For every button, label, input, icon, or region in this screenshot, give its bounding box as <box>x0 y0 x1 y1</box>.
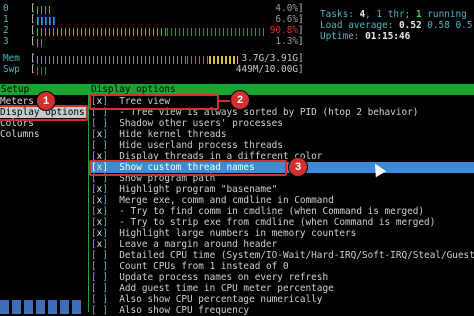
option-row[interactable]: [x] Leave a margin around header <box>91 239 474 250</box>
option-row[interactable]: [x] Highlight program "basename" <box>91 184 474 195</box>
load-1min: 0.52 <box>399 20 422 31</box>
option-label: Highlight program "basename" <box>107 184 278 195</box>
meter-label: Swp <box>3 64 20 75</box>
option-row[interactable]: [x] Hide kernel threads <box>91 129 474 140</box>
meter-value: 1.3% <box>275 36 298 47</box>
option-label: Hide userland process threads <box>107 140 283 151</box>
option-row[interactable]: [x] - Try to strip exe from cmdline (whe… <box>91 217 474 228</box>
annotation-box-3 <box>89 160 287 176</box>
meter-bar-buffers <box>187 56 209 64</box>
option-row[interactable]: [ ] Detailed CPU time (System/IO-Wait/Ha… <box>91 250 474 261</box>
option-row[interactable]: [ ] Also show CPU percentage numerically <box>91 294 474 305</box>
annotation-badge-2: 2 <box>231 91 249 109</box>
meter-bar-used <box>37 56 187 64</box>
load-line: Load average: 0.52 0.58 0.5 <box>320 20 472 31</box>
option-label: Add guest time in CPU meter percentage <box>107 283 334 294</box>
meter-bracket-close: ] <box>298 36 304 47</box>
load-label: Load average: <box>320 20 400 31</box>
meter-bracket-open: [ <box>30 64 36 75</box>
meter-bar <box>37 67 47 75</box>
meter-bar <box>37 39 42 47</box>
annotation-badge-1: 1 <box>37 92 55 110</box>
meter-bracket-open: [ <box>30 53 36 64</box>
option-row[interactable]: [x] Highlight large numbers in memory co… <box>91 228 474 239</box>
option-row[interactable]: [ ] Add guest time in CPU meter percenta… <box>91 283 474 294</box>
meter-bracket-close: ] <box>298 64 304 75</box>
meter-bar <box>37 17 57 25</box>
meter-bar <box>37 6 51 14</box>
option-label: Highlight large numbers in memory counte… <box>107 228 357 239</box>
setup-header-title: Setup <box>1 84 30 95</box>
tasks-label: Tasks: <box>320 9 360 20</box>
meter-bracket-open: [ <box>30 3 36 14</box>
option-label: Also show CPU frequency <box>107 305 250 316</box>
panel-divider <box>88 84 89 312</box>
option-row[interactable]: [ ] Count CPUs from 1 instead of 0 <box>91 261 474 272</box>
meter-value: 3.7G/3.91G <box>241 53 298 64</box>
option-row[interactable]: [ ] Shadow other users' processes <box>91 118 474 129</box>
meter-bracket-close: ] <box>298 53 304 64</box>
meter-value: 449M/10.00G <box>235 64 298 75</box>
meter-bracket-open: [ <box>30 36 36 47</box>
meter-value: 4.0% <box>275 3 298 14</box>
meter-label: 3 <box>3 36 9 47</box>
option-label: Also show CPU percentage numerically <box>107 294 323 305</box>
meter-bracket-close: ] <box>298 3 304 14</box>
annotation-badge-3: 3 <box>289 158 307 176</box>
uptime-value: 01:15:46 <box>365 31 411 42</box>
annotation-box-2 <box>89 94 219 110</box>
option-row[interactable]: [ ] Hide userland process threads <box>91 140 474 151</box>
option-label: Detailed CPU time (System/IO-Wait/Hard-I… <box>107 250 474 261</box>
menu-item-columns[interactable]: Columns <box>0 129 88 140</box>
meter-label: 2 <box>3 25 9 36</box>
meter-bracket-open: [ <box>30 14 36 25</box>
meter-label: 1 <box>3 14 9 25</box>
meter-value: 6.6% <box>275 14 298 25</box>
meter-bracket-close: ] <box>298 25 304 36</box>
option-label: Merge exe, comm and cmdline in Command <box>107 195 334 206</box>
meter-value: 90.8% <box>269 25 298 36</box>
uptime-line: Uptime: 01:15:46 <box>320 31 410 42</box>
meter-bracket-open: [ <box>30 25 36 36</box>
option-row[interactable]: [x] Merge exe, comm and cmdline in Comma… <box>91 195 474 206</box>
option-label: Count CPUs from 1 instead of 0 <box>107 261 289 272</box>
option-label: - Try to strip exe from cmdline (when Co… <box>107 217 436 228</box>
tasks-line: Tasks: 4, 1 thr; 1 running <box>320 9 467 20</box>
load-15min: 0.5 <box>455 20 473 31</box>
option-label: Leave a margin around header <box>107 239 278 250</box>
option-label: Update process names on every refresh <box>107 272 329 283</box>
option-row[interactable]: [x] - Try to find comm in cmdline (when … <box>91 206 474 217</box>
option-label: Shadow other users' processes <box>107 118 283 129</box>
uptime-label: Uptime: <box>320 31 366 42</box>
load-5min: 0.58 <box>427 20 450 31</box>
option-row[interactable]: [ ] Also show CPU frequency <box>91 305 474 316</box>
annotation-connector-2 <box>217 100 231 102</box>
threads-label: , 1 thr; <box>365 9 416 20</box>
meter-bracket-close: ] <box>298 14 304 25</box>
running-label: running <box>421 9 467 20</box>
meter-label: 0 <box>3 3 9 14</box>
option-row[interactable]: [ ] Update process names on every refres… <box>91 272 474 283</box>
meter-label: Mem <box>3 53 20 64</box>
option-label: Hide kernel threads <box>107 129 227 140</box>
meter-bar-user <box>37 28 167 36</box>
option-label: - Try to find comm in cmdline (when Comm… <box>107 206 425 217</box>
